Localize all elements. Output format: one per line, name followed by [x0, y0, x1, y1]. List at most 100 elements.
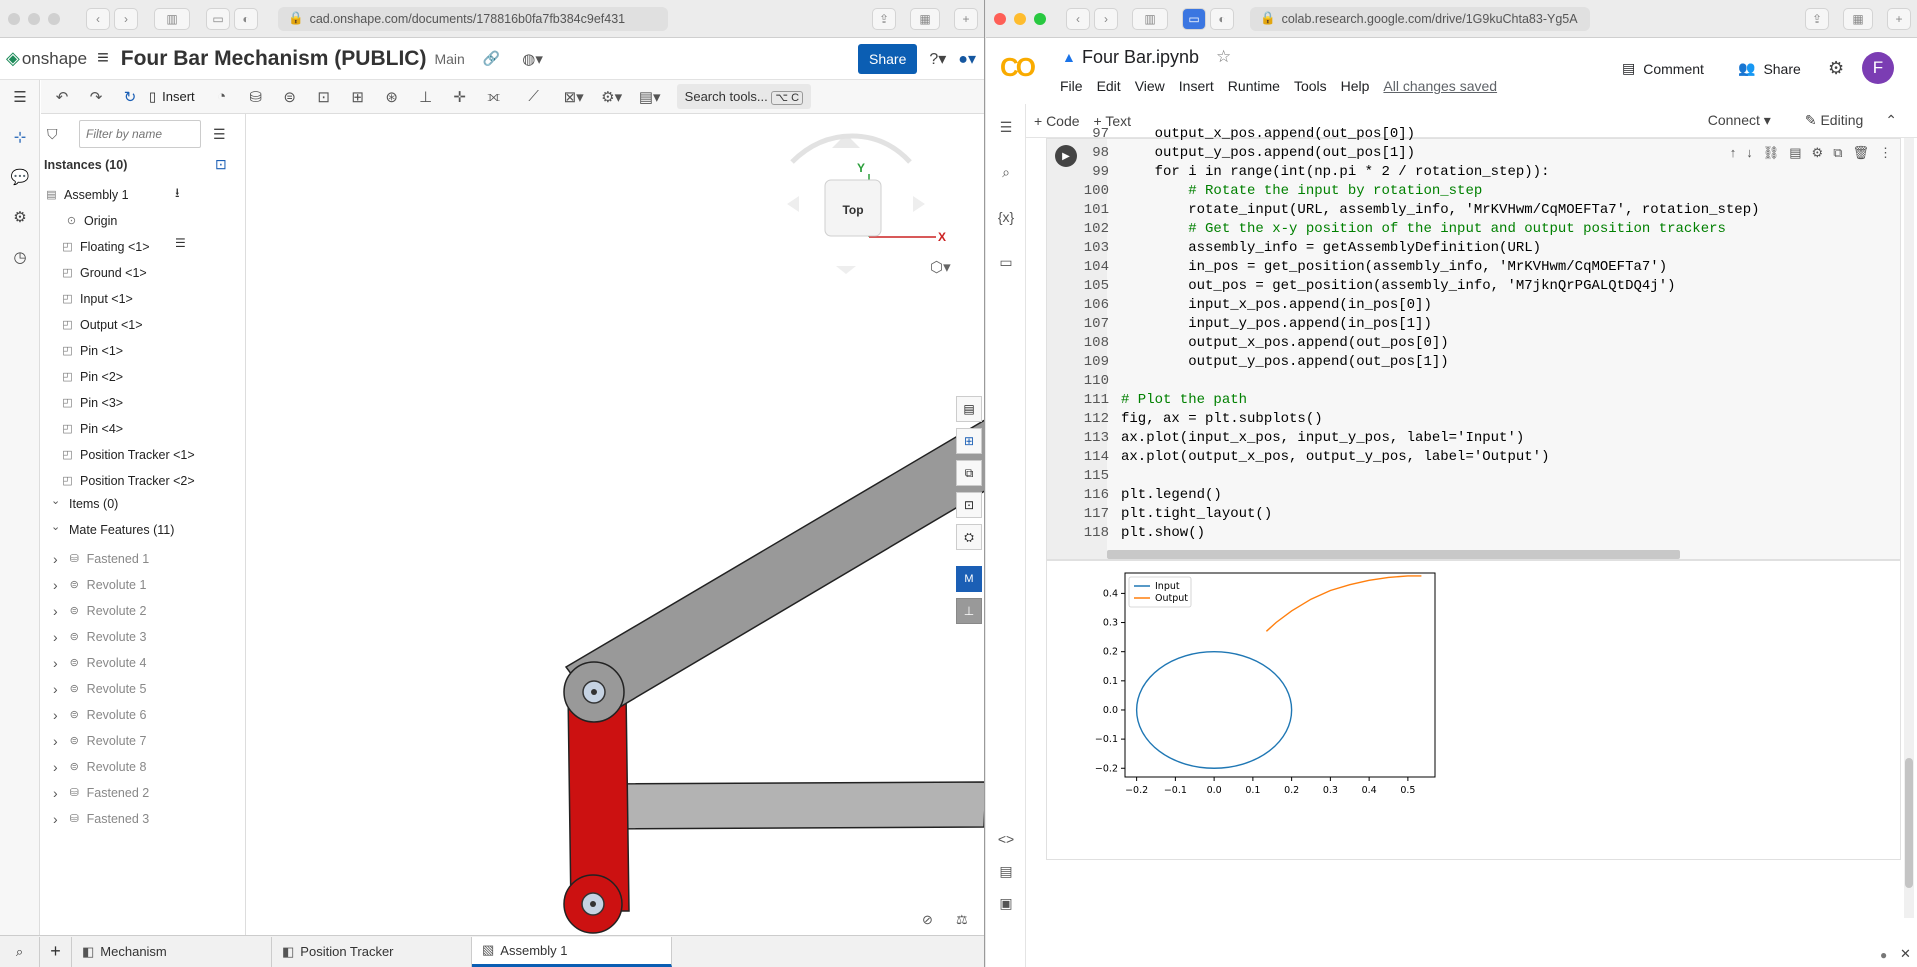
mate-item[interactable]: › ⊜ Revolute 5: [53, 678, 146, 700]
menu-insert[interactable]: Insert: [1179, 78, 1214, 94]
page-scrollbar[interactable]: [1904, 138, 1914, 918]
address-bar[interactable]: 🔒 cad.onshape.com/documents/178816b0fa7fb…: [278, 6, 668, 31]
tree-item[interactable]: ◰ Pin <2>: [61, 366, 123, 388]
redo-icon[interactable]: ↷: [83, 84, 109, 110]
coupler-link[interactable]: [564, 384, 985, 718]
share-page-icon[interactable]: ⇪: [1805, 7, 1829, 30]
branch-label[interactable]: Main: [434, 51, 464, 67]
sidebar-icon[interactable]: ▥: [154, 7, 190, 30]
list-view-icon[interactable]: ☰: [213, 126, 226, 143]
settings-icon[interactable]: ⚙: [1812, 145, 1824, 161]
menu-view[interactable]: View: [1135, 78, 1165, 94]
code-line[interactable]: 108 output_x_pos.append(out_pos[0]): [1077, 334, 1449, 353]
run-cell-button[interactable]: ▶: [1055, 145, 1077, 167]
mass-properties-icon[interactable]: ⚖: [956, 912, 968, 928]
animate-icon[interactable]: ⛭: [956, 524, 982, 550]
menu-runtime[interactable]: Runtime: [1228, 78, 1280, 94]
code-line[interactable]: 109 output_y_pos.append(out_pos[1]): [1077, 353, 1449, 372]
share-button[interactable]: 👥 Share: [1738, 60, 1801, 77]
menu-icon[interactable]: ≡: [97, 47, 109, 70]
undo-icon[interactable]: ↶: [49, 84, 75, 110]
tangent-mate-icon[interactable]: ⟋: [521, 84, 547, 110]
tabs-overview-icon[interactable]: ▦: [910, 7, 940, 30]
tab-position-tracker[interactable]: ◧ Position Tracker: [272, 936, 472, 967]
command-palette-icon[interactable]: ▤: [986, 856, 1026, 886]
bom-icon[interactable]: ⊞: [956, 428, 982, 454]
insert-button[interactable]: ▯ Insert: [149, 89, 195, 105]
code-line[interactable]: 106 input_x_pos.append(in_pos[0]): [1077, 296, 1432, 315]
colab-logo[interactable]: CO: [1000, 52, 1036, 83]
tree-item[interactable]: ◰ Pin <1>: [61, 340, 123, 362]
back-icon[interactable]: ‹: [86, 7, 110, 30]
move-down-icon[interactable]: ↓: [1746, 145, 1753, 161]
menu-edit[interactable]: Edit: [1097, 78, 1121, 94]
measure-icon[interactable]: ⊥: [956, 598, 982, 624]
shield-icon[interactable]: ◐: [234, 7, 258, 30]
new-tab-icon[interactable]: +: [1887, 7, 1911, 30]
revolute-mate-icon[interactable]: ⊜: [277, 84, 303, 110]
tree-item[interactable]: ◰ Ground <1>: [61, 262, 146, 284]
tree-item[interactable]: ◰ Floating <1>: [61, 236, 149, 258]
expand-chevron-icon[interactable]: ›: [53, 707, 58, 723]
expand-chevron-icon[interactable]: ›: [53, 629, 58, 645]
mate-item[interactable]: › ⛁ Fastened 2: [53, 782, 149, 804]
files-icon[interactable]: ▭: [986, 247, 1026, 277]
toc-icon[interactable]: ☰: [986, 112, 1026, 142]
tab-mechanism[interactable]: ◧ Mechanism: [72, 936, 272, 967]
connect-button[interactable]: Connect ▾: [1708, 112, 1771, 129]
mate-item[interactable]: › ⊜ Revolute 4: [53, 652, 146, 674]
code-line[interactable]: 97 output_x_pos.append(out_pos[0]): [1077, 125, 1415, 144]
tree-item[interactable]: ◰ Position Tracker <2>: [61, 470, 194, 492]
view-options-icon[interactable]: ⬡▾: [930, 259, 951, 276]
variables-icon[interactable]: {x}: [986, 202, 1026, 232]
named-positions-icon[interactable]: ⊡: [956, 492, 982, 518]
mate-item[interactable]: › ⊜ Revolute 8: [53, 756, 146, 778]
mate-item[interactable]: › ⊜ Revolute 3: [53, 626, 146, 648]
code-line[interactable]: 99 for i in range(int(np.pi * 2 / rotati…: [1077, 163, 1549, 182]
expand-chevron-icon[interactable]: ›: [53, 733, 58, 749]
address-bar[interactable]: 🔒 colab.research.google.com/drive/1G9kuCh…: [1250, 6, 1590, 31]
new-tab-icon[interactable]: +: [954, 7, 978, 30]
notebook-title[interactable]: Four Bar.ipynb: [1082, 47, 1199, 68]
exploded-view-icon[interactable]: ⧉: [956, 460, 982, 486]
code-line[interactable]: 114 ax.plot(output_x_pos, output_y_pos, l…: [1077, 448, 1550, 467]
view-right-arrow-icon[interactable]: [913, 196, 925, 212]
feature-list-icon[interactable]: ☰: [0, 82, 40, 112]
sidebar-icon[interactable]: ▥: [1132, 7, 1168, 30]
forward-icon[interactable]: ›: [114, 7, 138, 30]
appearance-panel-icon[interactable]: ▤: [956, 396, 982, 422]
document-title[interactable]: Four Bar Mechanism (PUBLIC): [121, 47, 427, 71]
minimize-window-button[interactable]: [28, 12, 40, 25]
expand-chevron-icon[interactable]: ›: [53, 577, 58, 593]
back-icon[interactable]: ‹: [1066, 7, 1090, 30]
close-status-icon[interactable]: ✕: [1900, 946, 1911, 962]
planar-mate-icon[interactable]: ⊞: [345, 84, 371, 110]
code-line[interactable]: 107 input_y_pos.append(in_pos[1]): [1077, 315, 1432, 334]
code-line[interactable]: 113 ax.plot(input_x_pos, input_y_pos, lab…: [1077, 429, 1524, 448]
comment-button[interactable]: ▤ Comment: [1622, 60, 1704, 77]
ball-mate-icon[interactable]: ✛: [447, 84, 473, 110]
code-line[interactable]: 118 plt.show(): [1077, 524, 1205, 543]
user-avatar-icon[interactable]: ●▾: [958, 49, 976, 69]
tree-item[interactable]: ◰ Input <1>: [61, 288, 133, 310]
extension-icon[interactable]: ▭: [1182, 7, 1206, 30]
user-avatar[interactable]: F: [1862, 52, 1894, 84]
download-icon[interactable]: ⭳: [175, 184, 180, 206]
zoom-window-button[interactable]: [1034, 12, 1046, 25]
tabs-overview-icon[interactable]: ▦: [1843, 7, 1873, 30]
expand-chevron-icon[interactable]: ›: [53, 759, 58, 775]
code-line[interactable]: 105 out_pos = get_position(assembly_info…: [1077, 277, 1676, 296]
minimize-window-button[interactable]: [1014, 12, 1026, 25]
tree-item[interactable]: ◰ Output <1>: [61, 314, 142, 336]
regenerate-icon[interactable]: ↻: [117, 84, 143, 110]
view-down-arrow-icon[interactable]: [836, 266, 856, 274]
filter-icon[interactable]: ⛉: [47, 126, 58, 143]
replicate-icon[interactable]: ▤▾: [637, 84, 663, 110]
delete-icon[interactable]: 🗑: [1852, 145, 1869, 161]
expand-chevron-icon[interactable]: ›: [53, 811, 58, 827]
add-tab-icon[interactable]: +: [40, 936, 72, 967]
filter-input[interactable]: [79, 120, 201, 148]
tree-item[interactable]: ◰ Position Tracker <1>: [61, 444, 194, 466]
mates-chevron-icon[interactable]: ⌄: [51, 520, 60, 533]
search-tools-field[interactable]: Search tools... ⌥ C: [676, 84, 812, 109]
